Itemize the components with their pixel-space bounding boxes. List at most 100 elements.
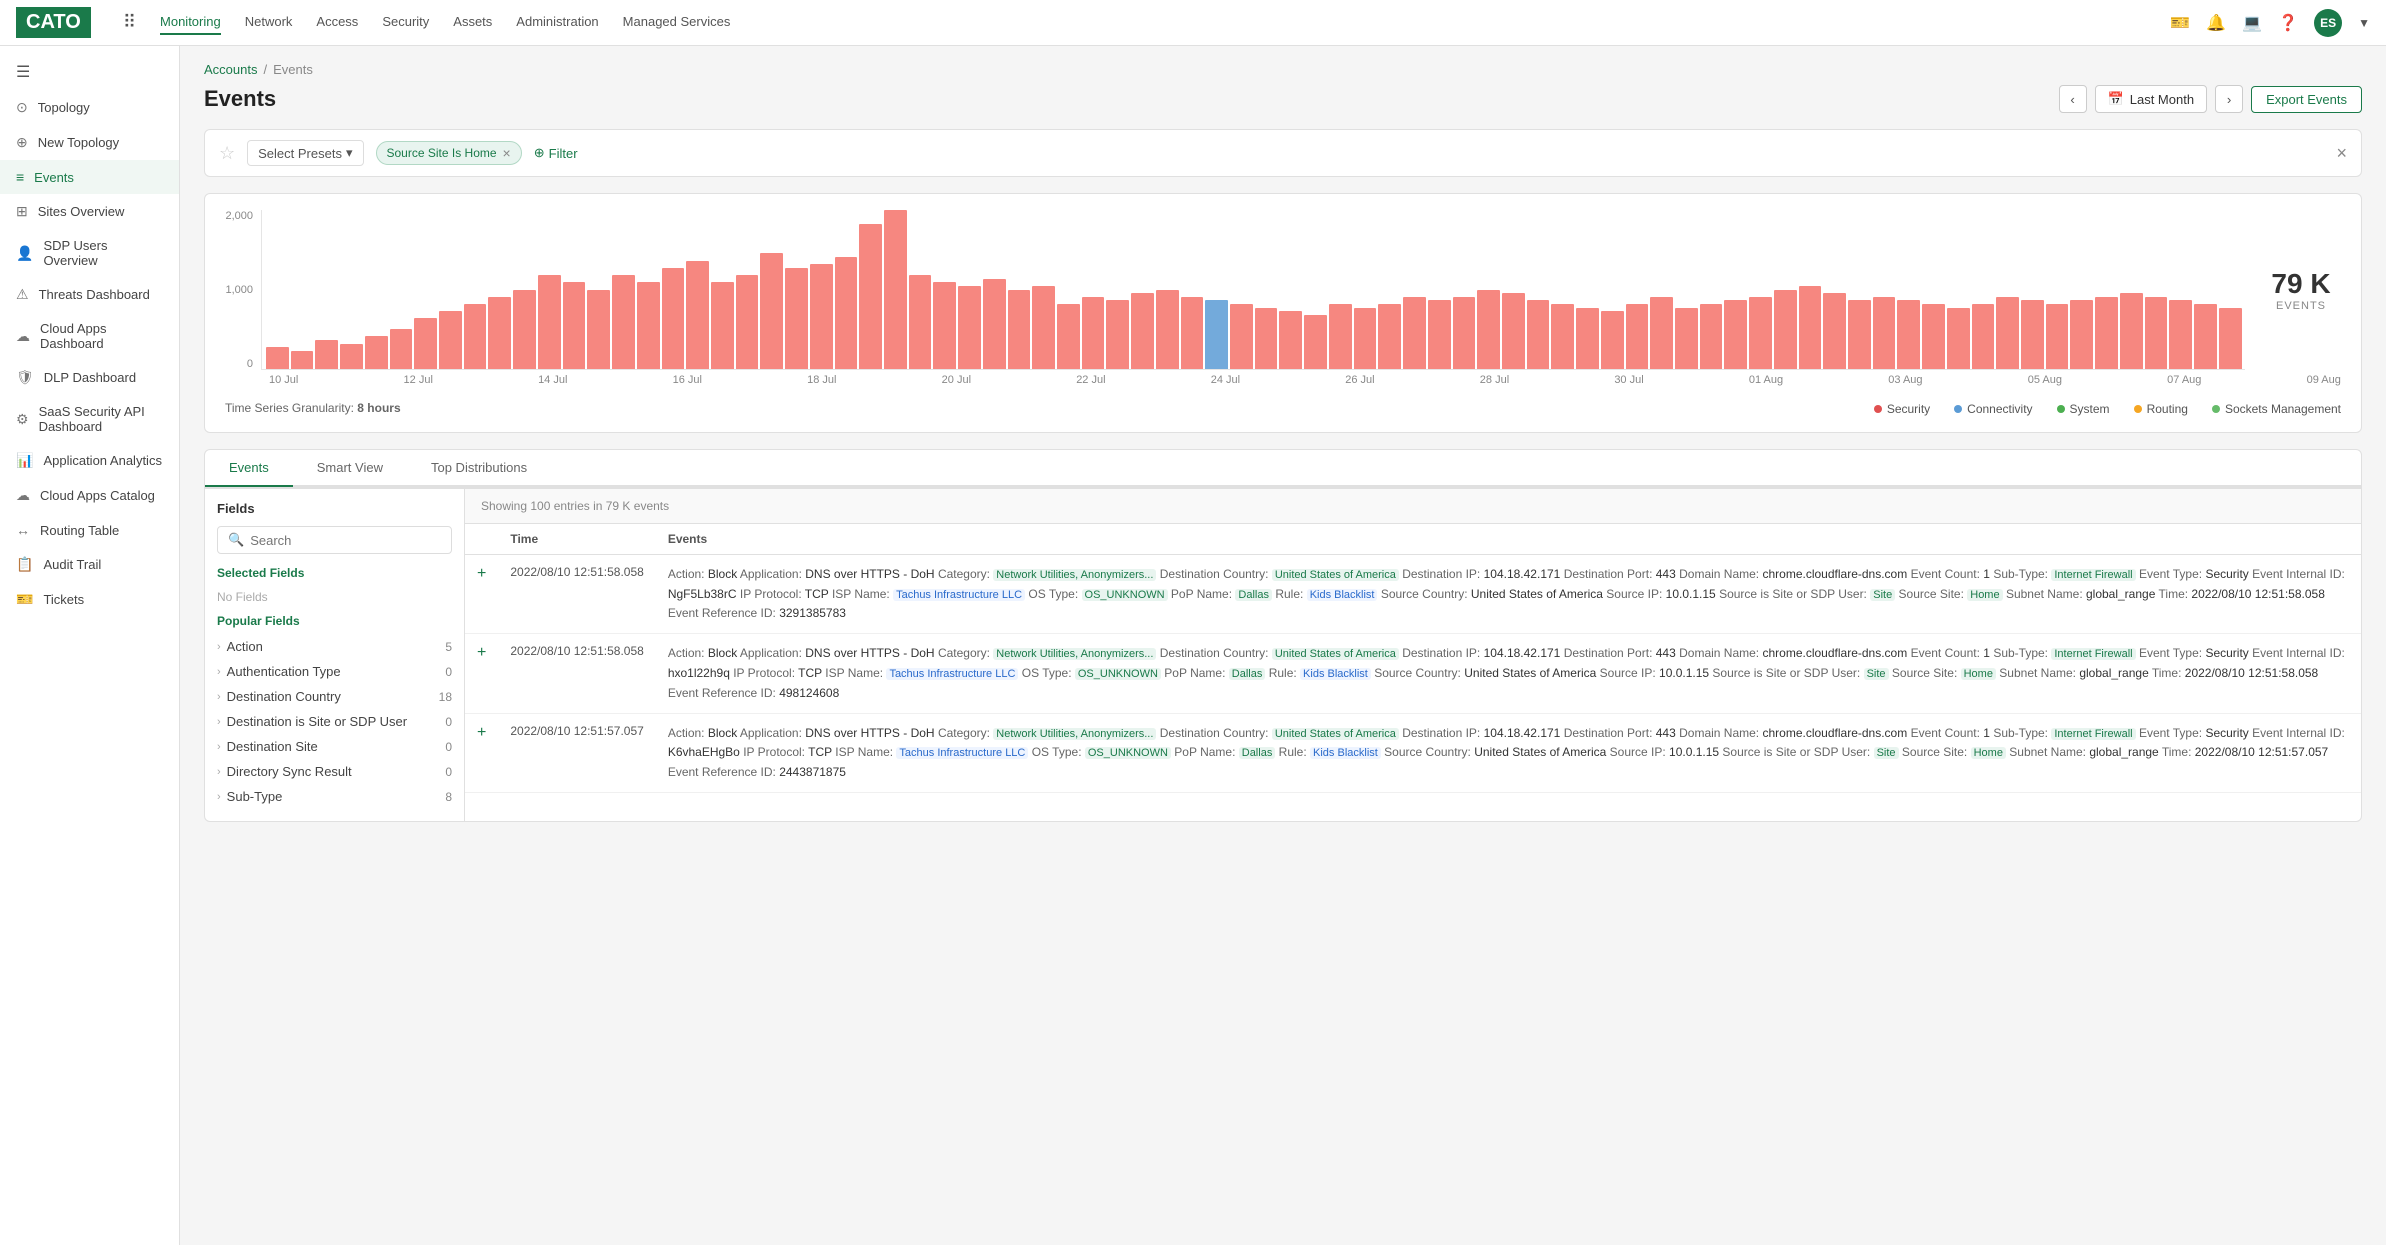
chart-bar	[1032, 286, 1055, 369]
nav-item-monitoring[interactable]: Monitoring	[160, 10, 221, 35]
ticket-icon[interactable]: 🎫	[2170, 13, 2190, 33]
next-period-button[interactable]: ›	[2215, 85, 2243, 113]
prev-period-button[interactable]: ‹	[2059, 85, 2087, 113]
star-icon[interactable]: ☆	[219, 143, 235, 164]
row-add-button[interactable]: +	[477, 724, 486, 741]
sidebar-item-routing[interactable]: ↔ Routing Table	[0, 513, 179, 547]
chart-bar	[2169, 300, 2192, 369]
x-label: 03 Aug	[1888, 374, 1922, 386]
sdp-icon: 👤	[16, 245, 33, 262]
filter-label: Filter	[549, 146, 578, 161]
nav-item-security[interactable]: Security	[382, 10, 429, 35]
row-add-button[interactable]: +	[477, 565, 486, 582]
bell-icon[interactable]: 🔔	[2206, 13, 2226, 33]
sidebar-item-topology[interactable]: ⊙ Topology	[0, 90, 179, 125]
x-label: 22 Jul	[1076, 374, 1105, 386]
sidebar-item-tickets[interactable]: 🎫 Tickets	[0, 582, 179, 617]
nav-item-network[interactable]: Network	[245, 10, 293, 35]
avatar[interactable]: ES	[2314, 9, 2342, 37]
breadcrumb-parent[interactable]: Accounts	[204, 62, 257, 77]
tab-smart-view[interactable]: Smart View	[293, 450, 407, 487]
sidebar-item-app-analytics[interactable]: 📊 Application Analytics	[0, 443, 179, 478]
nav-item-administration[interactable]: Administration	[516, 10, 598, 35]
chart-bar	[909, 275, 932, 369]
chart-bar	[1626, 304, 1649, 369]
sidebar-item-label: SDP Users Overview	[43, 238, 163, 268]
preset-select[interactable]: Select Presets ▾	[247, 140, 363, 166]
chart-bar	[1354, 308, 1377, 369]
y-label-1000: 1,000	[221, 284, 253, 296]
chart-bar	[1255, 308, 1278, 369]
export-button[interactable]: Export Events	[2251, 86, 2362, 113]
chart-bar	[1131, 293, 1154, 369]
sidebar-item-sdp-users[interactable]: 👤 SDP Users Overview	[0, 229, 179, 277]
nav-item-managed-services[interactable]: Managed Services	[623, 10, 731, 35]
chevron-right-icon: ›	[217, 666, 221, 678]
chart-bar	[513, 290, 536, 370]
sidebar-item-audit[interactable]: 📋 Audit Trail	[0, 547, 179, 582]
sidebar-item-new-topology[interactable]: ⊕ New Topology	[0, 125, 179, 160]
x-label: 20 Jul	[942, 374, 971, 386]
chart-bar	[1403, 297, 1426, 369]
events-icon: ≡	[16, 169, 24, 185]
chevron-right-icon: ›	[217, 741, 221, 753]
row-add-button[interactable]: +	[477, 644, 486, 661]
chart-bar	[1378, 304, 1401, 369]
chart-legend: SecurityConnectivitySystemRoutingSockets…	[1874, 392, 2341, 416]
field-dir-sync[interactable]: › Directory Sync Result 0	[217, 759, 452, 784]
field-dest-country[interactable]: › Destination Country 18	[217, 684, 452, 709]
chart-bar	[1972, 304, 1995, 369]
chart-bar	[1106, 300, 1129, 369]
field-auth-type[interactable]: › Authentication Type 0	[217, 659, 452, 684]
chart-bar	[1873, 297, 1896, 369]
search-box[interactable]: 🔍	[217, 526, 452, 554]
chevron-right-icon: ›	[217, 691, 221, 703]
chart-bar	[612, 275, 635, 369]
chevron-down-icon[interactable]: ▼	[2358, 16, 2370, 30]
chart-bar	[2046, 304, 2069, 369]
chart-bar	[686, 261, 709, 369]
chart-bar	[291, 351, 314, 369]
add-filter-button[interactable]: ⊕ Filter	[534, 145, 578, 161]
date-range-button[interactable]: 📅 Last Month	[2095, 85, 2208, 113]
field-sub-type[interactable]: › Sub-Type 8	[217, 784, 452, 809]
hamburger-icon[interactable]: ☰	[0, 54, 179, 90]
device-icon[interactable]: 💻	[2242, 13, 2262, 33]
field-count: 0	[445, 665, 452, 679]
chevron-right-icon: ›	[217, 791, 221, 803]
chart-bar	[365, 336, 388, 369]
app-body: ☰ ⊙ Topology ⊕ New Topology ≡ Events ⊞ S…	[0, 46, 2386, 1245]
chart-bar	[1922, 304, 1945, 369]
chart-bar	[1205, 300, 1228, 369]
help-icon[interactable]: ❓	[2278, 13, 2298, 33]
tab-events[interactable]: Events	[205, 450, 293, 487]
filter-bar-close-icon[interactable]: ×	[2336, 143, 2347, 164]
sidebar-item-dlp[interactable]: 🛡 DLP Dashboard	[0, 360, 179, 395]
sidebar-item-events[interactable]: ≡ Events	[0, 160, 179, 194]
sidebar-item-threats[interactable]: ⚠ Threats Dashboard	[0, 277, 179, 312]
legend-label: System	[2070, 402, 2110, 416]
sidebar-item-cloud-catalog[interactable]: ☁ Cloud Apps Catalog	[0, 478, 179, 513]
field-dest-site2[interactable]: › Destination Site 0	[217, 734, 452, 759]
granularity-value: 8 hours	[357, 401, 400, 415]
sidebar-item-saas[interactable]: ⚙ SaaS Security API Dashboard	[0, 395, 179, 443]
nav-item-access[interactable]: Access	[316, 10, 358, 35]
no-fields: No Fields	[217, 586, 452, 614]
chart-bar	[315, 340, 338, 369]
chart-bar	[390, 329, 413, 369]
tabs-container: Events Smart View Top Distributions	[204, 449, 2362, 488]
filter-tag-remove[interactable]: ×	[503, 145, 511, 161]
chart-bar	[2219, 308, 2242, 369]
events-count: 79 K	[2271, 268, 2330, 300]
popular-fields-label: Popular Fields	[217, 614, 452, 628]
sidebar-item-cloud-apps[interactable]: ☁ Cloud Apps Dashboard	[0, 312, 179, 360]
new-topology-icon: ⊕	[16, 134, 28, 151]
field-action[interactable]: › Action 5	[217, 634, 452, 659]
search-input[interactable]	[250, 533, 441, 548]
nav-item-assets[interactable]: Assets	[453, 10, 492, 35]
field-dest-site[interactable]: › Destination is Site or SDP User 0	[217, 709, 452, 734]
tab-top-distributions[interactable]: Top Distributions	[407, 450, 551, 487]
sidebar-item-sites-overview[interactable]: ⊞ Sites Overview	[0, 194, 179, 229]
grid-icon[interactable]: ⠿	[123, 12, 136, 33]
preset-label: Select Presets	[258, 146, 342, 161]
